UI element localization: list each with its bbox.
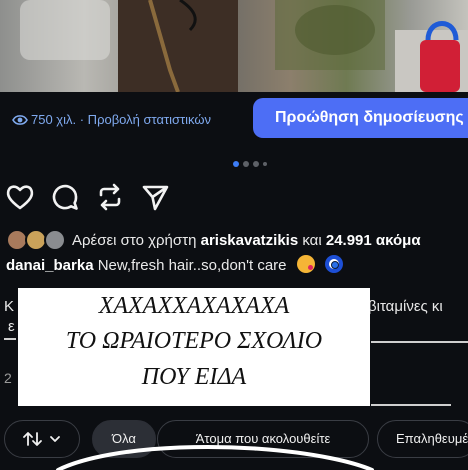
- overlay-line: ΠΟΥ ΕΙΔΑ: [141, 364, 247, 390]
- caption-username[interactable]: danai_barka: [6, 257, 94, 274]
- comment-divider: [371, 404, 451, 406]
- post-caption: danai_barka New,fresh hair..so,don't car…: [6, 255, 343, 274]
- comment-divider: [4, 338, 16, 340]
- eye-icon: [12, 115, 28, 125]
- overlay-caption-box: ΧΑΧΑΧΧΑΧΑΧΑΧΑ ΤΟ ΩΡΑΙΟΤΕΡΟ ΣΧΟΛΙΟ ΠΟΥ ΕΙ…: [18, 288, 370, 406]
- comment-fragment: Κ: [4, 298, 15, 315]
- post-photo[interactable]: [0, 0, 468, 92]
- post-actions: [5, 182, 170, 212]
- avatar: [44, 229, 66, 251]
- comment-timestamp-fragment: 2: [4, 370, 12, 386]
- kissing-face-emoji-icon: [296, 255, 315, 273]
- promote-button[interactable]: Προώθηση δημοσίευσης: [253, 98, 468, 138]
- share-icon[interactable]: [140, 182, 170, 212]
- repost-icon[interactable]: [95, 182, 125, 212]
- hand-drawn-arc: [56, 444, 374, 470]
- liker-avatars: [6, 229, 68, 251]
- carousel-dot: [263, 162, 267, 166]
- liker-username[interactable]: ariskavatzikis: [201, 232, 299, 249]
- carousel-dot: [243, 161, 249, 167]
- view-insights-link[interactable]: 750 χιλ. · Προβολή στατιστικών: [12, 112, 211, 127]
- carousel-dot: [233, 161, 239, 167]
- comment-fragment: ε: [8, 318, 15, 335]
- likes-middle: και: [302, 231, 322, 249]
- evil-eye-emoji-icon: [324, 255, 343, 273]
- carousel-indicator: [233, 161, 267, 167]
- overlay-line: ΤΟ ΩΡΑΙΟΤΕΡΟ ΣΧΟΛΙΟ: [65, 328, 323, 354]
- caption-text: New,fresh hair..so,don't care: [97, 257, 287, 274]
- insights-row: 750 χιλ. · Προβολή στατιστικών Προώθηση …: [0, 92, 468, 148]
- likes-row[interactable]: Αρέσει στο χρήστη ariskavatzikis και 24.…: [6, 228, 421, 252]
- likes-others[interactable]: 24.991 ακόμα: [326, 232, 421, 249]
- likes-prefix: Αρέσει στο χρήστη: [72, 231, 197, 249]
- heart-icon[interactable]: [5, 182, 35, 212]
- post-photo-art: [20, 0, 468, 92]
- comment-divider: [371, 341, 468, 343]
- comment-fragment: βιταμίνες κι: [368, 298, 443, 315]
- views-label: 750 χιλ. · Προβολή στατιστικών: [31, 112, 212, 127]
- likes-text: Αρέσει στο χρήστη ariskavatzikis και 24.…: [72, 232, 421, 249]
- carousel-dot: [253, 161, 259, 167]
- overlay-line: ΧΑΧΑΧΧΑΧΑΧΑΧΑ: [98, 293, 290, 319]
- comment-icon[interactable]: [50, 182, 80, 212]
